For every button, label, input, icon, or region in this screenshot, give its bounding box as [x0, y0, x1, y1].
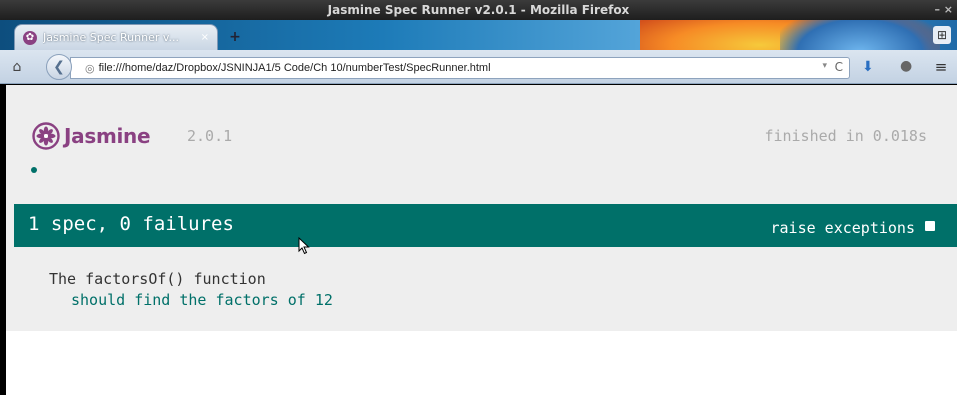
navigation-bar: ⌂ ◎ file:///home/daz/Dropbox/JSNINJA1/5 … [0, 50, 957, 84]
back-button[interactable]: ❮ [46, 54, 72, 80]
jasmine-reporter: Jasmine 2.0.1 finished in 0.018s 1 spec,… [6, 85, 957, 331]
results-summary: 1 spec, 0 failures [28, 213, 234, 235]
globe-icon: ◎ [85, 61, 95, 75]
url-bar[interactable]: ◎ file:///home/daz/Dropbox/JSNINJA1/5 Co… [70, 57, 850, 79]
results-summary-bar: 1 spec, 0 failures raise exceptions [14, 204, 957, 247]
suite-description[interactable]: The factorsOf() function [49, 270, 266, 288]
history-dropdown-icon[interactable]: ▾ [822, 61, 827, 71]
page-content: Jasmine 2.0.1 finished in 0.018s 1 spec,… [6, 85, 957, 395]
raise-exceptions-label: raise exceptions [770, 219, 916, 237]
jasmine-version: 2.0.1 [187, 127, 233, 145]
spec-description[interactable]: should find the factors of 12 [71, 291, 333, 309]
window-title: Jasmine Spec Runner v2.0.1 - Mozilla Fir… [327, 3, 630, 17]
raise-exceptions-checkbox[interactable] [925, 221, 935, 231]
window-titlebar: Jasmine Spec Runner v2.0.1 - Mozilla Fir… [0, 0, 957, 20]
mouse-cursor-icon [298, 237, 310, 255]
addon-icon[interactable]: ● [900, 58, 912, 74]
window-controls[interactable]: – × [934, 0, 953, 20]
firefox-theme-art-blue [780, 20, 940, 50]
tab-label: Jasmine Spec Runner v... [43, 31, 179, 44]
jasmine-favicon-icon: ✿ [23, 30, 37, 45]
close-icon[interactable]: × [201, 32, 209, 43]
tab-jasmine-spec-runner[interactable]: ✿ Jasmine Spec Runner v... × [14, 24, 218, 50]
download-icon[interactable]: ⬇ [862, 59, 874, 75]
tab-groups-icon[interactable]: ⊞ [933, 26, 951, 44]
passed-spec-dot[interactable] [31, 167, 37, 173]
reload-button[interactable]: C [835, 60, 843, 74]
jasmine-logo[interactable]: Jasmine [32, 122, 151, 150]
jasmine-flower-icon [32, 122, 60, 150]
logo-text: Jasmine [64, 124, 151, 148]
home-icon[interactable]: ⌂ [8, 58, 26, 76]
menu-icon[interactable]: ≡ [932, 58, 950, 76]
new-tab-button[interactable]: + [226, 28, 244, 46]
run-duration: finished in 0.018s [764, 127, 927, 145]
url-text: file:///home/daz/Dropbox/JSNINJA1/5 Code… [98, 62, 491, 74]
tab-strip: ✿ Jasmine Spec Runner v... × + ⊞ [0, 20, 957, 50]
